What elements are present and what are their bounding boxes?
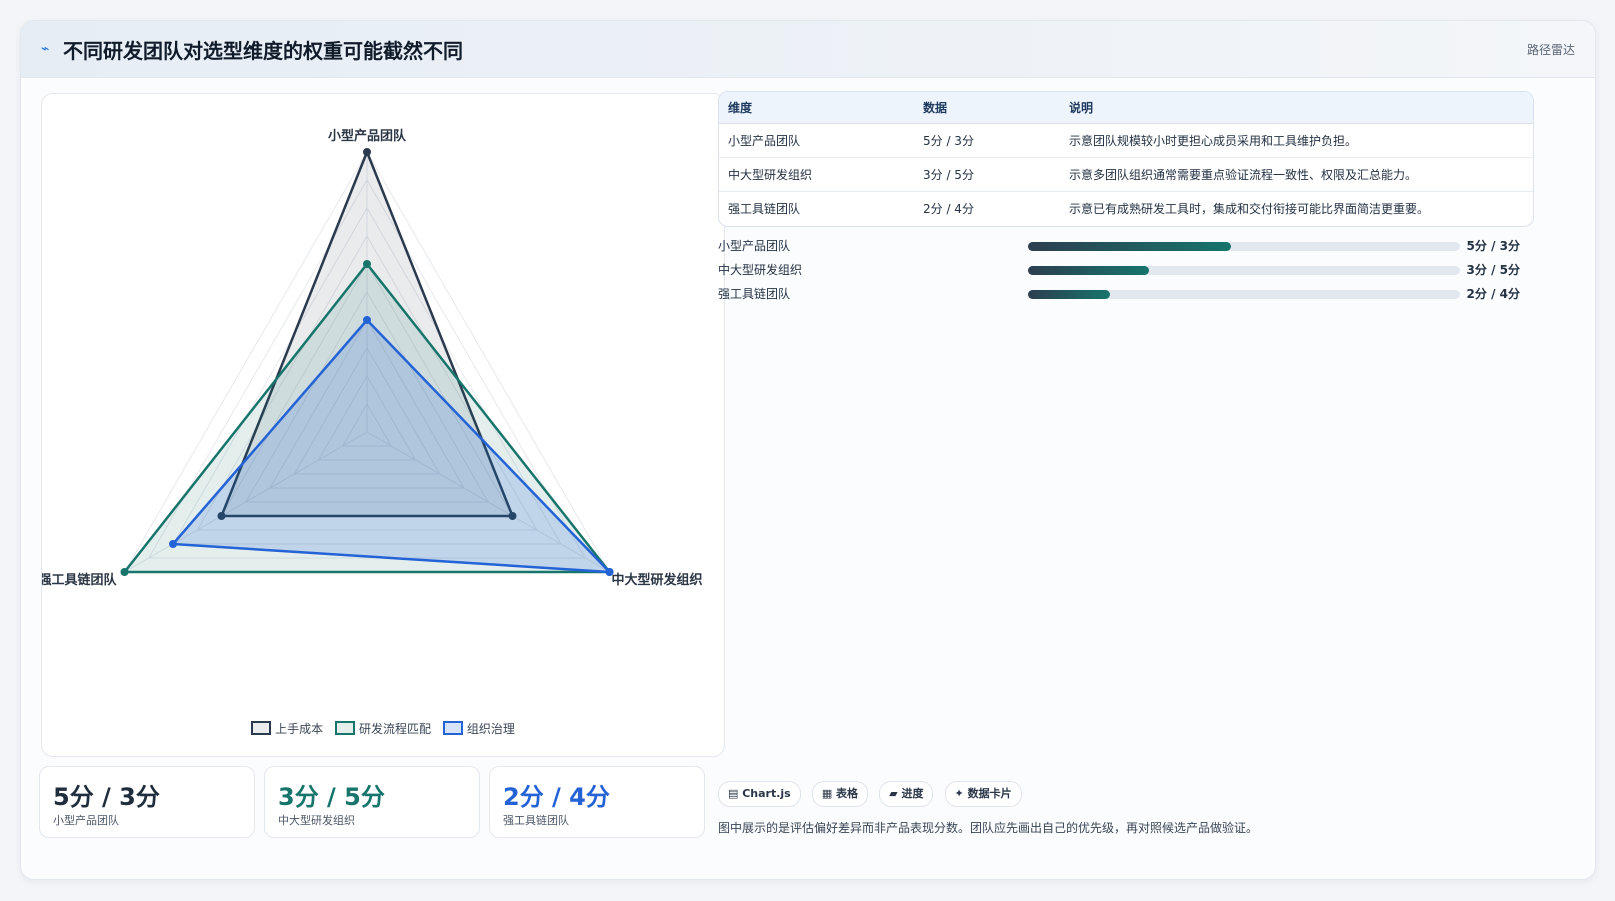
- table-cell: 中大型研发组织: [719, 157, 914, 192]
- table-cell: 示意团队规模较小时更担心成员采用和工具维护负担。: [1060, 123, 1533, 158]
- page-title: 不同研发团队对选型维度的权重可能截然不同: [63, 39, 463, 63]
- bar-value: 2分 / 4分: [1466, 287, 1520, 301]
- table-cell: 3分 / 5分: [914, 157, 1060, 192]
- data-point: [120, 568, 129, 576]
- bar-value: 3分 / 5分: [1466, 263, 1520, 277]
- main-card: ⌁ 不同研发团队对选型维度的权重可能截然不同 路径雷达 小型产品团队 中大型研发组…: [20, 20, 1596, 880]
- bar-track: [1028, 242, 1460, 251]
- chip-chartjs[interactable]: ▤ Chart.js: [718, 781, 801, 807]
- chip-progress[interactable]: ▰ 进度: [879, 781, 934, 807]
- bar-label: 小型产品团队: [718, 239, 791, 253]
- chip-table[interactable]: ▦ 表格: [811, 781, 869, 807]
- table-cell: 2分 / 4分: [923, 202, 974, 216]
- stat-value: 3分 / 5分: [278, 783, 385, 811]
- table-cell: 强工具链团队: [728, 202, 801, 216]
- stat-value: 2分 / 4分: [503, 783, 610, 811]
- data-point: [363, 260, 371, 268]
- legend-swatch-1: [334, 721, 355, 735]
- table-row: 中大型研发组织 3分 / 5分 示意多团队组织通常需要重点验证流程一致性、权限及…: [719, 157, 1533, 192]
- legend-swatch-0: [251, 721, 272, 735]
- footnote: 图中展示的是评估偏好差异而非产品表现分数。团队应先画出自己的优先级，再对照候选产…: [718, 821, 1259, 835]
- radar-chart: 小型产品团队中大型研发组织 强工具链团队: [42, 128, 703, 588]
- table-cell: 示意多团队组织通常需要重点验证流程一致性、权限及汇总能力。: [1060, 157, 1533, 192]
- table-cell: 示意已有成熟研发工具时，集成和交付衔接可能比界面简洁更重要。: [1069, 202, 1430, 216]
- legend-item-1[interactable]: 研发流程匹配: [334, 720, 431, 737]
- stat-label: 中大型研发组织: [278, 814, 355, 827]
- bar-row: 中大型研发组织 3分 / 5分: [718, 259, 1532, 283]
- bar-fill: [1028, 266, 1149, 275]
- axis-label: 小型产品团队: [328, 128, 407, 144]
- header: ⌁ 不同研发团队对选型维度的权重可能截然不同 路径雷达: [21, 21, 1595, 78]
- table-cell: 小型产品团队: [719, 123, 914, 158]
- axis-label: 中大型研发组织: [611, 572, 702, 588]
- data-table: 维度 数据 说明 小型产品团队 5分 / 3分 示意团队规模较小时更担心成员采用…: [718, 91, 1534, 227]
- legend-label-1: 研发流程匹配: [358, 722, 431, 736]
- bar-label: 强工具链团队: [718, 287, 791, 301]
- table-header: 维度: [719, 92, 914, 124]
- stat-card-large-org: 3分 / 5分 中大型研发组织: [264, 766, 480, 838]
- stat-label: 强工具链团队: [503, 814, 569, 827]
- table-header: 说明: [1060, 92, 1533, 124]
- axis-label: 强工具链团队: [42, 572, 117, 588]
- legend-label-2: 组织治理: [466, 722, 515, 736]
- bar-value: 5分 / 3分: [1466, 239, 1520, 253]
- table-cell: 5分 / 3分: [914, 123, 1060, 158]
- trend-icon: ⌁: [41, 41, 50, 57]
- radar-chart-panel: 小型产品团队中大型研发组织 强工具链团队 上手成本 研发流程匹配 组织治理: [41, 93, 725, 757]
- header-tag: 路径雷达: [1526, 43, 1575, 57]
- bar-row: 强工具链团队 2分 / 4分: [718, 283, 1532, 307]
- bar-fill: [1028, 242, 1232, 251]
- table-header-row: 维度 数据 说明: [719, 92, 1533, 124]
- legend-swatch-2: [442, 721, 463, 735]
- chart-legend: 上手成本 研发流程匹配 组织治理: [42, 720, 724, 737]
- bar-fill: [1028, 290, 1111, 299]
- bar-track: [1028, 266, 1460, 275]
- stat-card-small-team: 5分 / 3分 小型产品团队: [39, 766, 255, 838]
- legend-item-0[interactable]: 上手成本: [251, 720, 323, 737]
- data-point: [363, 316, 371, 324]
- bar-row: 小型产品团队 5分 / 3分: [718, 235, 1532, 259]
- feature-chips: ▤ Chart.js ▦ 表格 ▰ 进度 ✦ 数据卡片: [718, 781, 1028, 807]
- stat-label: 小型产品团队: [53, 814, 119, 827]
- bar-label: 中大型研发组织: [718, 263, 803, 277]
- stat-card-toolchain-team: 2分 / 4分 强工具链团队: [489, 766, 705, 838]
- bar-track: [1028, 290, 1460, 299]
- chip-data-card[interactable]: ✦ 数据卡片: [944, 781, 1022, 807]
- table-row: 小型产品团队 5分 / 3分 示意团队规模较小时更担心成员采用和工具维护负担。: [719, 123, 1533, 158]
- stat-value: 5分 / 3分: [53, 783, 160, 811]
- table-row: 强工具链团队 2分 / 4分 示意已有成熟研发工具时，集成和交付衔接可能比界面简…: [719, 192, 1533, 226]
- data-point: [363, 148, 371, 156]
- progress-bars: 小型产品团队 5分 / 3分 中大型研发组织 3分 / 5分 强工具链团队 2分…: [718, 235, 1532, 307]
- legend-label-0: 上手成本: [275, 722, 324, 736]
- table-header: 数据: [914, 92, 1060, 124]
- data-point: [169, 540, 178, 548]
- legend-item-2[interactable]: 组织治理: [442, 720, 515, 737]
